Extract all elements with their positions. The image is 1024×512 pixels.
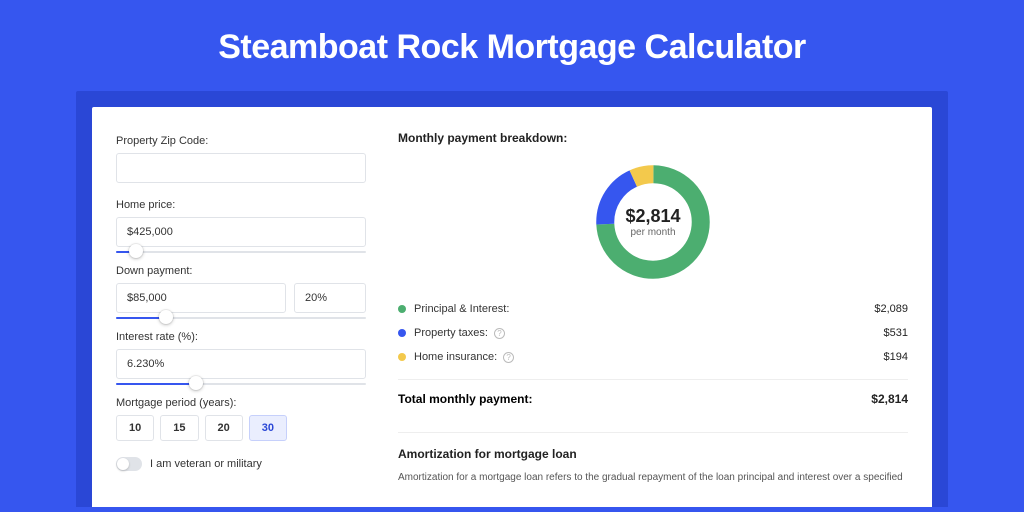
legend-value: $194 xyxy=(884,351,908,363)
zip-input[interactable] xyxy=(116,153,366,183)
legend-value: $531 xyxy=(884,327,908,339)
swatch-taxes xyxy=(398,329,406,337)
legend-row-principal: Principal & Interest: $2,089 xyxy=(398,303,908,315)
slider-fill xyxy=(116,383,196,385)
legend: Principal & Interest: $2,089 Property ta… xyxy=(398,303,908,406)
donut-chart-wrap: $2,814 per month xyxy=(398,159,908,285)
veteran-toggle-row: I am veteran or military xyxy=(116,457,366,471)
veteran-toggle-label: I am veteran or military xyxy=(150,458,262,470)
slider-thumb[interactable] xyxy=(189,376,203,390)
interest-rate-label: Interest rate (%): xyxy=(116,331,366,343)
amortization-title: Amortization for mortgage loan xyxy=(398,447,908,461)
down-payment-slider[interactable] xyxy=(116,311,366,325)
calculator-card-frame: Property Zip Code: Home price: Down paym… xyxy=(76,91,948,507)
mortgage-period-label: Mortgage period (years): xyxy=(116,397,366,409)
zip-label: Property Zip Code: xyxy=(116,135,366,147)
total-value: $2,814 xyxy=(871,392,908,406)
legend-value: $2,089 xyxy=(874,303,908,315)
amortization-body: Amortization for a mortgage loan refers … xyxy=(398,471,908,485)
interest-rate-input[interactable] xyxy=(116,349,366,379)
toggle-knob xyxy=(117,458,129,470)
info-icon[interactable]: ? xyxy=(503,352,514,363)
total-label: Total monthly payment: xyxy=(398,392,532,406)
legend-row-insurance: Home insurance: ? $194 xyxy=(398,351,908,363)
slider-thumb[interactable] xyxy=(129,244,143,258)
calculator-card: Property Zip Code: Home price: Down paym… xyxy=(92,107,932,507)
mortgage-period-group: 10 15 20 30 xyxy=(116,415,366,441)
inputs-column: Property Zip Code: Home price: Down paym… xyxy=(116,131,366,507)
legend-label: Home insurance: xyxy=(414,351,497,363)
period-option-30[interactable]: 30 xyxy=(249,415,287,441)
swatch-insurance xyxy=(398,353,406,361)
slider-thumb[interactable] xyxy=(159,310,173,324)
home-price-input[interactable] xyxy=(116,217,366,247)
swatch-principal xyxy=(398,305,406,313)
down-payment-label: Down payment: xyxy=(116,265,366,277)
results-column: Monthly payment breakdown: $2,814 per mo… xyxy=(398,131,908,507)
legend-row-total: Total monthly payment: $2,814 xyxy=(398,379,908,406)
page-title: Steamboat Rock Mortgage Calculator xyxy=(0,0,1024,91)
donut-center: $2,814 per month xyxy=(590,159,716,285)
legend-label: Property taxes: xyxy=(414,327,488,339)
home-price-slider[interactable] xyxy=(116,245,366,259)
period-option-20[interactable]: 20 xyxy=(205,415,243,441)
legend-label: Principal & Interest: xyxy=(414,303,509,315)
period-option-15[interactable]: 15 xyxy=(160,415,198,441)
home-price-label: Home price: xyxy=(116,199,366,211)
breakdown-title: Monthly payment breakdown: xyxy=(398,131,908,145)
info-icon[interactable]: ? xyxy=(494,328,505,339)
period-option-10[interactable]: 10 xyxy=(116,415,154,441)
donut-chart: $2,814 per month xyxy=(590,159,716,285)
donut-center-amount: $2,814 xyxy=(625,206,680,227)
veteran-toggle[interactable] xyxy=(116,457,142,471)
down-payment-percent-input[interactable] xyxy=(294,283,366,313)
amortization-section: Amortization for mortgage loan Amortizat… xyxy=(398,432,908,485)
legend-row-taxes: Property taxes: ? $531 xyxy=(398,327,908,339)
interest-rate-slider[interactable] xyxy=(116,377,366,391)
down-payment-amount-input[interactable] xyxy=(116,283,286,313)
donut-center-sub: per month xyxy=(630,227,675,238)
